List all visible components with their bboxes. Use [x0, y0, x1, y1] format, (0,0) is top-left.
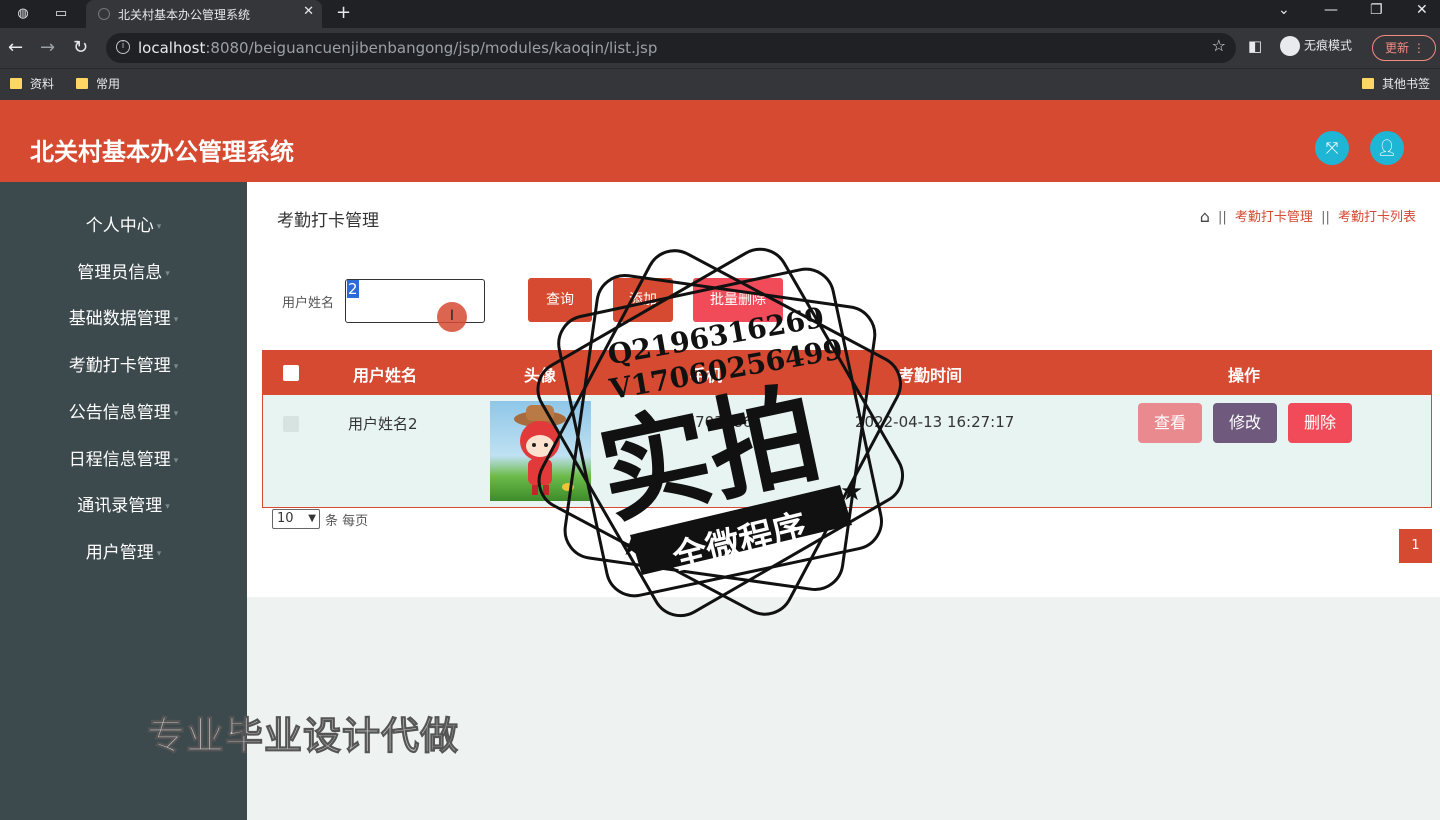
url-bar[interactable]: i localhost:8080/beiguancuenjibenbangong…	[106, 33, 1236, 63]
bookmarks-bar: 资料 常用 其他书签	[0, 68, 1440, 100]
minimize-icon[interactable]: —	[1324, 2, 1338, 18]
bookmark-folder-2[interactable]: 常用	[76, 75, 120, 92]
update-button[interactable]: 更新 ⋮	[1372, 35, 1436, 61]
globe-icon[interactable]: ◍	[14, 5, 32, 23]
sidebar-item-contacts[interactable]: 通讯录管理 ▾	[0, 483, 247, 529]
breadcrumb: ⌂ || 考勤打卡管理 || 考勤打卡列表	[1199, 207, 1416, 226]
chevron-down-icon: ▼	[308, 513, 316, 524]
star-icon: ★	[620, 532, 643, 562]
delete-button[interactable]: 删除	[1288, 403, 1352, 443]
select-all-checkbox[interactable]	[283, 365, 299, 381]
page-number-button[interactable]: 1	[1399, 529, 1432, 563]
user-icon[interactable]: 👤︎	[1370, 131, 1404, 165]
per-page-label: 条 每页	[325, 514, 369, 529]
restore-icon[interactable]: ❐	[1370, 2, 1383, 18]
caret-down-icon: ▾	[165, 502, 170, 512]
caret-down-icon: ▾	[173, 456, 179, 466]
watermark-stamp: Q2196316269 V17060256499 实拍 全微程序 ★ ★	[536, 247, 904, 618]
bookmark-folder-1[interactable]: 资料	[10, 75, 54, 92]
sidebar-item-basic-data[interactable]: 基础数据管理 ▾	[0, 296, 247, 342]
sidebar-item-admin-info[interactable]: 管理员信息 ▾	[0, 250, 247, 296]
sidebar-item-schedule[interactable]: 日程信息管理 ▾	[0, 437, 247, 483]
info-icon[interactable]: i	[116, 40, 130, 54]
row-checkbox[interactable]	[283, 416, 299, 432]
other-bookmarks[interactable]: 其他书签	[1362, 75, 1430, 92]
row-name: 用户姓名2	[348, 415, 418, 433]
back-icon[interactable]: ←	[8, 37, 23, 58]
bookmark-star-icon[interactable]: ☆	[1212, 36, 1226, 55]
folder-icon	[76, 78, 88, 89]
caret-down-icon: ▾	[173, 409, 179, 419]
incognito-indicator[interactable]: 无痕模式	[1280, 36, 1352, 56]
reload-icon[interactable]: ↻	[73, 37, 88, 58]
sidebar-item-users[interactable]: 用户管理 ▾	[0, 530, 247, 576]
breadcrumb-item-list: 考勤打卡列表	[1337, 210, 1416, 225]
forward-icon[interactable]: →	[40, 37, 55, 58]
column-header-name: 用户姓名	[353, 366, 418, 385]
home-icon[interactable]: ⌂	[1200, 207, 1210, 226]
sidepanel-icon[interactable]: ◧	[1248, 37, 1262, 55]
column-header-actions: 操作	[1228, 366, 1261, 385]
caret-down-icon: ▾	[156, 549, 162, 559]
app-title: 北关村基本办公管理系统	[30, 138, 294, 166]
new-tab-icon[interactable]: +	[336, 2, 351, 23]
folder-icon	[1362, 78, 1374, 89]
star-icon: ★	[840, 477, 863, 507]
search-name-label: 用户姓名	[282, 296, 335, 311]
address-toolbar: ← → ↻ i localhost:8080/beiguancuenjibenb…	[0, 28, 1440, 68]
page-size-select[interactable]: 10 ▼	[272, 509, 320, 529]
watermark-caption: 专业毕业设计代做	[146, 714, 460, 759]
view-button[interactable]: 查看	[1138, 403, 1202, 443]
breadcrumb-item-attendance[interactable]: 考勤打卡管理	[1235, 210, 1313, 225]
incognito-icon	[1280, 36, 1300, 56]
caret-down-icon: ▾	[173, 362, 179, 372]
close-tab-icon[interactable]: ✕	[303, 4, 314, 19]
window-close-icon[interactable]: ✕	[1416, 2, 1428, 18]
page-title: 考勤打卡管理	[277, 211, 379, 231]
caret-down-icon: ▾	[173, 315, 179, 325]
app-header: 北关村基本办公管理系统 ⤧ 👤︎	[0, 100, 1440, 182]
caret-down-icon: ▾	[156, 222, 162, 232]
tab-search-icon[interactable]: ⌄	[1278, 2, 1290, 18]
browser-tab-bar: ◍ ▭ 北关村基本办公管理系统 ✕ + ⌄ — ❐ ✕	[0, 0, 1440, 28]
fullscreen-icon[interactable]: ⤧	[1315, 131, 1349, 165]
tab-title: 北关村基本办公管理系统	[118, 8, 251, 22]
browser-tab[interactable]: 北关村基本办公管理系统 ✕	[86, 0, 322, 28]
url-text[interactable]: localhost:8080/beiguancuenjibenbangong/j…	[138, 39, 657, 57]
sidebar-item-attendance[interactable]: 考勤打卡管理 ▾	[0, 343, 247, 389]
caret-down-icon: ▾	[165, 269, 170, 279]
sidebar-item-personal-center[interactable]: 个人中心 ▾	[0, 203, 247, 249]
window-icon[interactable]: ▭	[52, 5, 70, 23]
folder-icon	[10, 78, 22, 89]
sidebar-item-notices[interactable]: 公告信息管理 ▾	[0, 390, 247, 436]
tab-favicon-icon	[98, 8, 110, 20]
edit-button[interactable]: 修改	[1213, 403, 1277, 443]
mouse-cursor-icon: I	[437, 302, 467, 332]
